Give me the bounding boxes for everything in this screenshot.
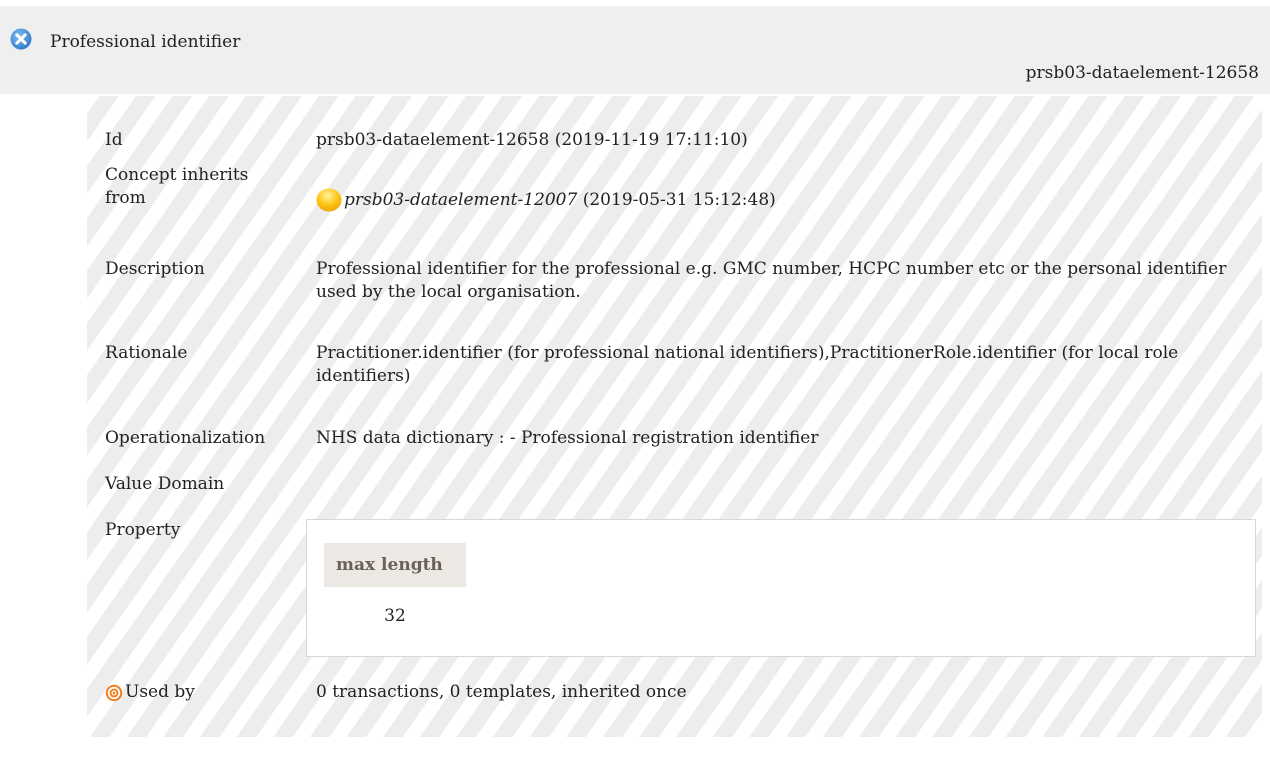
rationale-value: Practitioner.identifier (for professiona… — [316, 343, 1179, 386]
property-table: max length 32 — [306, 519, 1256, 657]
description-label: Description — [105, 259, 205, 279]
inherits-value: prsb03-dataelement-12007 (2019-05-31 15:… — [316, 187, 1252, 213]
inherits-label: Concept inherits from — [105, 164, 248, 210]
yellow-circle-icon — [316, 188, 342, 212]
page-header: Professional identifier prsb03-dataeleme… — [0, 6, 1270, 94]
page-title: Professional identifier — [50, 32, 241, 52]
rationale-label: Rationale — [105, 343, 188, 363]
target-icon[interactable] — [105, 684, 123, 702]
id-label: Id — [105, 130, 123, 150]
inherits-label-line1: Concept inherits — [105, 165, 249, 185]
description-value: Professional identifier for the professi… — [316, 259, 1227, 302]
inherits-label-line2: from — [105, 188, 146, 208]
close-circle-icon[interactable] — [10, 28, 32, 50]
property-max-length-value: 32 — [384, 606, 406, 626]
inherits-date: (2019-05-31 15:12:48) — [582, 190, 776, 210]
element-id-label: prsb03-dataelement-12658 — [1025, 63, 1259, 83]
inherits-link[interactable]: prsb03-dataelement-12007 — [344, 190, 577, 210]
operationalization-value: NHS data dictionary : - Professional reg… — [316, 428, 819, 448]
operationalization-label: Operationalization — [105, 428, 266, 448]
used-by-value: 0 transactions, 0 templates, inherited o… — [316, 682, 687, 702]
value-domain-label: Value Domain — [105, 474, 225, 494]
id-value: prsb03-dataelement-12658 (2019-11-19 17:… — [316, 130, 748, 150]
property-column-header: max length — [324, 543, 466, 587]
concept-detail-panel: Id prsb03-dataelement-12658 (2019-11-19 … — [87, 96, 1262, 737]
used-by-label: Used by — [125, 682, 195, 702]
property-label: Property — [105, 520, 181, 540]
